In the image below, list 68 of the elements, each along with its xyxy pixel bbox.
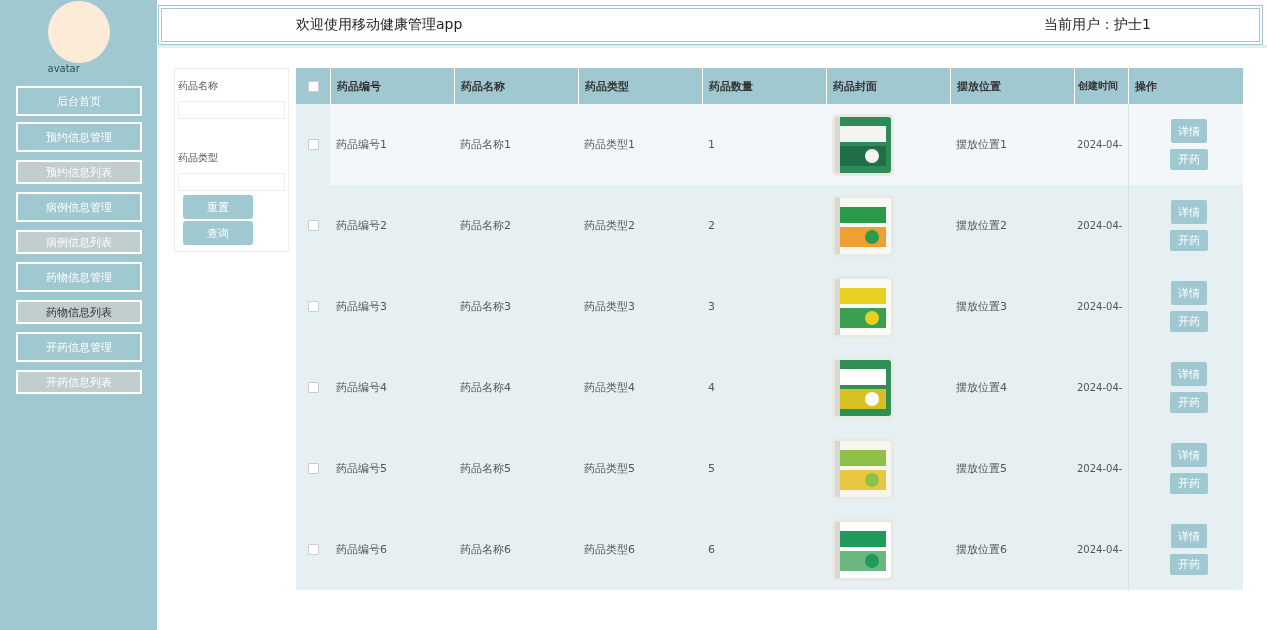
menu-item[interactable]: 预约信息管理 [15, 122, 142, 152]
checkbox[interactable] [307, 382, 319, 393]
action-button[interactable]: 开药 [1170, 473, 1208, 494]
menu-item[interactable]: 药物信息列表 [15, 300, 142, 324]
search-button[interactable]: 重置 [183, 195, 253, 219]
field-label: 药品类型 [178, 151, 219, 165]
action-button[interactable]: 开药 [1170, 392, 1208, 413]
table-cell: 1 [708, 138, 715, 151]
table-cell: 4 [708, 381, 715, 394]
table-cell: 2024-04- [1077, 463, 1123, 474]
checkbox[interactable] [307, 301, 319, 312]
table-cell: 药品名称2 [460, 218, 511, 233]
table-cell: 摆放位置6 [956, 542, 1007, 557]
action-button[interactable]: 开药 [1170, 149, 1208, 170]
action-button[interactable]: 开药 [1170, 554, 1208, 575]
checkbox[interactable] [307, 220, 319, 231]
checkbox[interactable] [307, 139, 319, 150]
search-button[interactable]: 查询 [183, 221, 253, 245]
action-button[interactable]: 详情 [1171, 443, 1207, 467]
table-cell: 药品类型2 [584, 218, 635, 233]
menu-item[interactable]: 病例信息管理 [15, 192, 142, 222]
action-button[interactable]: 详情 [1171, 200, 1207, 224]
action-button[interactable]: 详情 [1171, 524, 1207, 548]
field-label: 药品名称 [178, 79, 219, 93]
avatar-alt-text: avatar [47, 63, 80, 75]
action-button[interactable]: 详情 [1171, 119, 1207, 143]
table-cell: 2024-04- [1077, 544, 1123, 555]
table-cell: 3 [708, 300, 715, 313]
table-cell: 药品名称4 [460, 380, 511, 395]
table-cell: 药品名称5 [460, 461, 511, 476]
checkbox[interactable] [307, 544, 319, 555]
table-cell: 摆放位置1 [956, 137, 1007, 152]
table-cell: 2024-04- [1077, 220, 1123, 231]
action-button[interactable]: 开药 [1170, 311, 1208, 332]
table-cell: 药品名称3 [460, 299, 511, 314]
table-cell: 药品类型4 [584, 380, 635, 395]
menu-item[interactable]: 药物信息管理 [15, 262, 142, 292]
table-cell: 药品编号3 [336, 299, 387, 314]
table-cell: 5 [708, 462, 715, 475]
current-user: 当前用户：护士1 [1044, 16, 1151, 34]
table-cell: 2 [708, 219, 715, 232]
table-cell: 2024-04- [1077, 301, 1123, 312]
table-cell: 药品编号6 [336, 542, 387, 557]
table-cell: 摆放位置2 [956, 218, 1007, 233]
checkbox[interactable] [307, 80, 319, 92]
table-cell: 摆放位置3 [956, 299, 1007, 314]
table-cell: 摆放位置4 [956, 380, 1007, 395]
app-title: 欢迎使用移动健康管理app [296, 16, 463, 34]
table-cell: 药品类型6 [584, 542, 635, 557]
table-cell: 2024-04- [1077, 382, 1123, 393]
table-cell: 药品编号4 [336, 380, 387, 395]
action-button[interactable]: 详情 [1171, 281, 1207, 305]
table-cell: 药品类型1 [584, 137, 635, 152]
table-cell: 药品类型3 [584, 299, 635, 314]
table-cell: 药品编号1 [336, 137, 387, 152]
table-cell: 药品类型5 [584, 461, 635, 476]
action-button[interactable]: 开药 [1170, 230, 1208, 251]
table-cell: 6 [708, 543, 715, 556]
table-cell: 药品编号2 [336, 218, 387, 233]
checkbox[interactable] [307, 463, 319, 474]
action-button[interactable]: 详情 [1171, 362, 1207, 386]
table-cell: 药品名称1 [460, 137, 511, 152]
table-cell: 药品名称6 [460, 542, 511, 557]
menu-item[interactable]: 开药信息管理 [15, 332, 142, 362]
table-cell: 2024-04- [1077, 139, 1123, 150]
table-cell: 药品编号5 [336, 461, 387, 476]
table-cell: 摆放位置5 [956, 461, 1007, 476]
menu-item[interactable]: 后台首页 [15, 86, 142, 116]
